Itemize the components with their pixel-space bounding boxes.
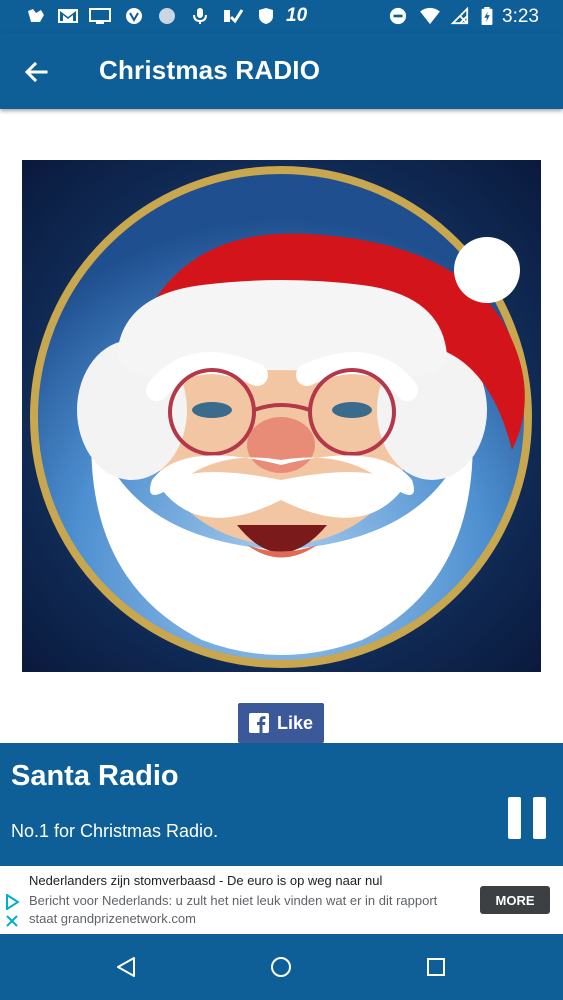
- ad-body: Bericht voor Nederlands: u zult het niet…: [29, 893, 438, 908]
- do-not-disturb-icon: [389, 7, 407, 25]
- notification-app-icon: [28, 9, 44, 22]
- page-title: Christmas RADIO: [99, 55, 321, 85]
- ad-close-icon[interactable]: [5, 914, 19, 928]
- pause-icon: [508, 797, 521, 839]
- battery-charging-icon: [481, 7, 493, 25]
- station-slogan: No.1 for Christmas Radio.: [11, 821, 219, 841]
- gmail-icon: [58, 9, 78, 23]
- nav-home-icon[interactable]: [269, 955, 293, 979]
- player-panel: Santa Radio No.1 for Christmas Radio.: [0, 743, 563, 866]
- ad-headline: Nederlanders zijn stomverbaasd - De euro…: [29, 873, 383, 888]
- facebook-like-button[interactable]: Like: [238, 703, 324, 743]
- nav-recents-icon[interactable]: [425, 956, 447, 978]
- clock: 3:23: [502, 6, 539, 27]
- shield-v-icon: [126, 8, 142, 24]
- notification-badge-text: 10: [286, 5, 308, 26]
- app-bar: Christmas RADIO: [0, 33, 563, 109]
- circle-app-icon: [159, 8, 175, 24]
- station-name: Santa Radio: [11, 760, 179, 792]
- ad-source: staat grandprizenetwork.com: [29, 911, 196, 926]
- wifi-icon: [420, 7, 440, 25]
- system-nav-bar: [0, 934, 563, 1000]
- status-bar: 10 3:23: [0, 0, 563, 33]
- ad-more-button[interactable]: MORE: [480, 886, 550, 914]
- back-arrow-icon[interactable]: [20, 55, 54, 89]
- ad-banner[interactable]: Nederlanders zijn stomverbaasd - De euro…: [0, 866, 563, 934]
- shield-icon: [259, 8, 273, 24]
- like-label: Like: [276, 712, 314, 733]
- facebook-icon: [248, 713, 269, 733]
- nav-back-icon[interactable]: [114, 955, 138, 979]
- check-app-icon: [224, 9, 244, 24]
- ad-choices-icon[interactable]: [5, 894, 19, 910]
- station-artwork-santa: [22, 160, 541, 672]
- no-signal-icon: [450, 7, 469, 25]
- cast-screen-icon: [89, 8, 111, 24]
- microphone-icon: [193, 8, 207, 24]
- pause-button[interactable]: [508, 797, 546, 839]
